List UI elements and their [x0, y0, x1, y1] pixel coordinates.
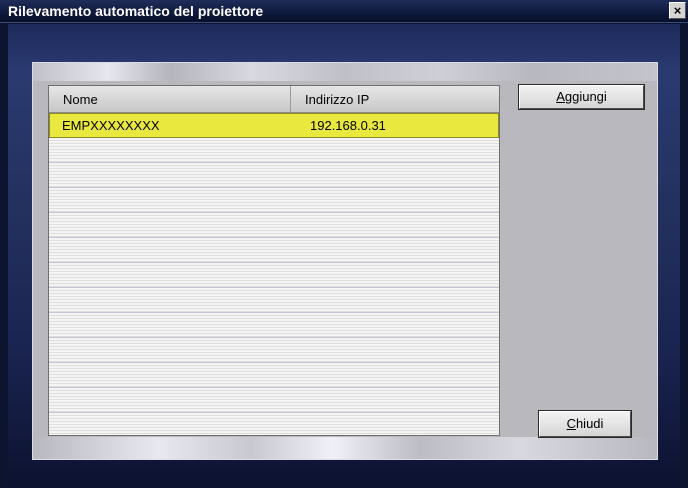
add-button-mnemonic: A — [556, 89, 565, 104]
table-row[interactable] — [49, 163, 499, 188]
add-button-label: ggiungi — [564, 89, 607, 104]
close-button[interactable]: Chiudi — [538, 410, 632, 438]
panel-decoration-top — [33, 63, 657, 81]
projector-list[interactable]: Nome Indirizzo IP EMPXXXXXXXX 192.168.0.3… — [48, 85, 500, 436]
list-rows: EMPXXXXXXXX 192.168.0.31 — [49, 113, 499, 435]
table-row[interactable]: EMPXXXXXXXX 192.168.0.31 — [49, 113, 499, 138]
column-header-name[interactable]: Nome — [49, 86, 291, 112]
projector-name: EMPXXXXXXXX — [62, 118, 160, 133]
close-window-button[interactable]: × — [669, 2, 686, 19]
table-row[interactable] — [49, 388, 499, 413]
column-header-ip-label: Indirizzo IP — [305, 92, 370, 107]
table-row[interactable] — [49, 213, 499, 238]
table-row[interactable] — [49, 313, 499, 338]
table-row[interactable] — [49, 363, 499, 388]
projector-ip: 192.168.0.31 — [310, 118, 386, 133]
close-button-mnemonic: C — [566, 416, 576, 431]
table-row[interactable] — [49, 238, 499, 263]
table-row[interactable] — [49, 288, 499, 313]
table-row[interactable] — [49, 188, 499, 213]
table-row[interactable] — [49, 413, 499, 435]
dialog-window: Rilevamento automatico del proiettore × … — [0, 0, 688, 488]
close-button-label: hiudi — [575, 416, 604, 431]
table-row[interactable] — [49, 338, 499, 363]
title-bar[interactable]: Rilevamento automatico del proiettore × — [0, 0, 688, 23]
panel-decoration-bottom — [33, 437, 657, 459]
table-row[interactable] — [49, 263, 499, 288]
column-header-ip[interactable]: Indirizzo IP — [291, 86, 499, 112]
column-header-name-label: Nome — [63, 92, 98, 107]
table-row[interactable] — [49, 138, 499, 163]
window-title: Rilevamento automatico del proiettore — [8, 3, 264, 19]
list-header: Nome Indirizzo IP — [49, 86, 499, 113]
add-button[interactable]: Aggiungi — [518, 84, 645, 110]
